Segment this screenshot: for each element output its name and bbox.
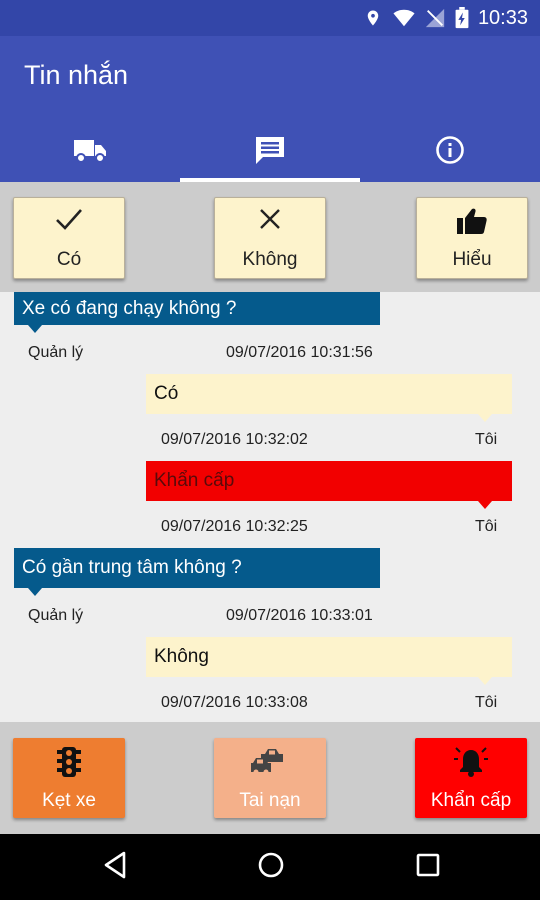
alarm-bell-icon [454,747,488,777]
yes-button[interactable]: Có [13,197,125,279]
wifi-icon [393,9,415,27]
message-sender: Quản lý [28,344,84,361]
bubble-tail [28,325,42,333]
close-icon [260,209,280,229]
message-sender: Tôi [475,431,498,448]
message-time: 09/07/2016 10:31:56 [226,344,373,361]
thumbs-up-icon [457,208,487,234]
understood-button[interactable]: Hiểu [416,197,528,279]
outgoing-message-bubble: Không [146,637,512,677]
app-bar: Tin nhắn [0,36,540,182]
home-icon[interactable] [256,850,286,880]
tab-vehicle[interactable] [0,118,180,182]
outgoing-message-bubble: Có [146,374,512,414]
system-nav-bar [0,834,540,900]
no-button-label: Không [242,249,298,270]
no-button[interactable]: Không [214,197,326,279]
car-crash-icon [251,749,283,775]
message-text: Khẩn cấp [154,470,235,491]
bubble-tail [28,588,42,596]
battery-charging-icon [455,7,469,29]
bubble-tail [478,501,492,509]
understood-button-label: Hiểu [452,249,492,270]
emergency-label: Khẩn cấp [430,790,512,811]
bubble-tail [478,677,492,685]
yes-button-label: Có [56,249,82,270]
check-icon [56,209,82,230]
accident-button[interactable]: Tai nạn [214,738,326,818]
recents-icon[interactable] [414,850,442,880]
accident-label: Tai nạn [239,790,301,811]
clock: 10:33 [477,7,528,29]
message-time: 09/07/2016 10:32:02 [161,431,308,448]
message-text: Có gần trung tâm không ? [22,557,242,578]
traffic-jam-label: Kẹt xe [42,790,96,811]
page-title: Tin nhắn [24,60,129,90]
message-time: 09/07/2016 10:33:08 [161,694,308,711]
traffic-light-icon [57,747,81,777]
no-signal-icon [425,8,445,28]
truck-icon [74,140,106,163]
message-text: Có [154,383,179,404]
message-text: Xe có đang chạy không ? [22,297,237,319]
location-icon [367,10,379,26]
quick-reply-bar: Có Không Hiểu [0,182,540,292]
message-icon [256,137,284,164]
info-icon [436,136,464,164]
message-time: 09/07/2016 10:33:01 [226,607,373,624]
message-text: Không [154,646,209,667]
tab-info[interactable] [360,118,540,182]
status-bar: 10:33 [0,0,540,36]
emergency-button[interactable]: Khẩn cấp [415,738,527,818]
message-time: 09/07/2016 10:32:25 [161,518,308,535]
urgent-message-bubble: Khẩn cấp [146,461,512,501]
message-sender: Tôi [475,518,498,535]
message-sender: Quản lý [28,607,84,624]
bubble-tail [478,414,492,422]
back-icon[interactable] [100,850,130,880]
quick-action-bar: Kẹt xe Tai nạn Khẩn cấp [0,722,540,834]
message-sender: Tôi [475,694,498,711]
incoming-message-bubble: Xe có đang chạy không ? [14,292,380,325]
tab-messages[interactable] [180,118,360,182]
incoming-message-bubble: Có gần trung tâm không ? [14,548,380,588]
message-list[interactable]: Xe có đang chạy không ? Quản lý 09/07/20… [0,292,540,722]
traffic-jam-button[interactable]: Kẹt xe [13,738,125,818]
